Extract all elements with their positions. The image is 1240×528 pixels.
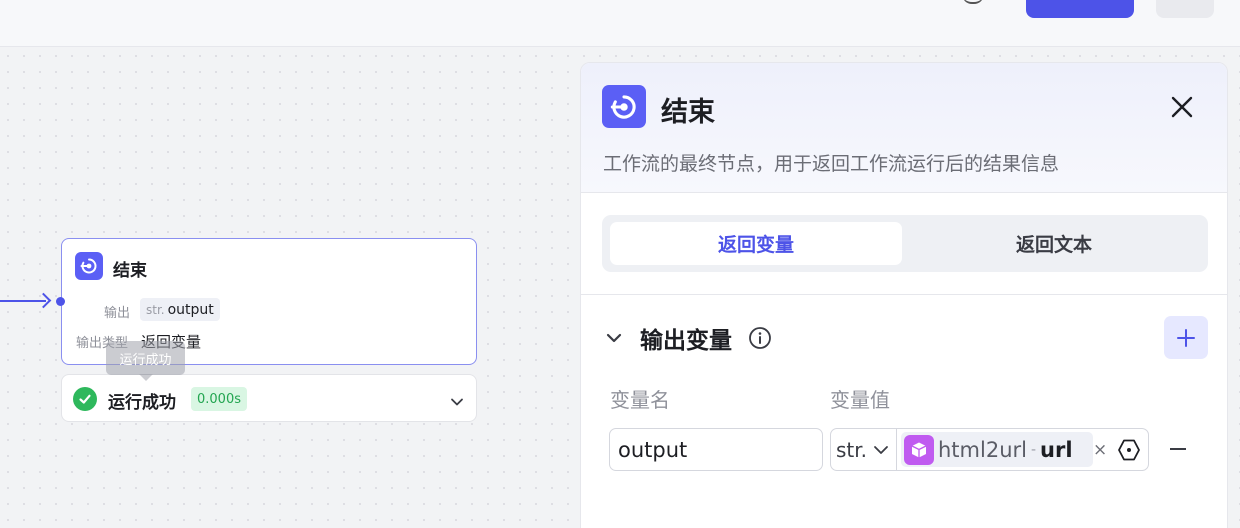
run-time-badge: 0.000s bbox=[191, 387, 247, 411]
reference-node-name: html2url bbox=[938, 437, 1027, 462]
panel-title: 结束 bbox=[661, 97, 715, 128]
value-type-text: str. bbox=[836, 437, 868, 462]
plus-icon bbox=[1177, 328, 1195, 347]
node-input-port[interactable] bbox=[56, 297, 65, 306]
column-variable-value: 变量值 bbox=[830, 388, 890, 412]
end-node-icon bbox=[602, 85, 646, 128]
run-status-tooltip: 运行成功 bbox=[106, 341, 185, 375]
column-variable-name: 变量名 bbox=[610, 388, 670, 412]
add-variable-button[interactable] bbox=[1164, 316, 1208, 359]
return-mode-tabs: 返回变量 返回文本 bbox=[602, 215, 1208, 272]
toolbar-icon[interactable] bbox=[962, 0, 984, 4]
tab-return-text[interactable]: 返回文本 bbox=[908, 222, 1200, 265]
variable-value-field: str. html2url - url × bbox=[830, 428, 1149, 471]
output-name: output bbox=[167, 301, 214, 318]
tab-return-variable[interactable]: 返回变量 bbox=[610, 222, 902, 265]
remove-reference-icon[interactable]: × bbox=[1093, 440, 1107, 460]
reference-variable-name: url bbox=[1040, 437, 1073, 462]
chevron-down-icon bbox=[874, 445, 888, 454]
end-node-icon bbox=[75, 252, 103, 280]
panel-description: 工作流的最终节点，用于返回工作流运行后的结果信息 bbox=[603, 153, 1060, 175]
output-variables-title: 输出变量 bbox=[640, 328, 732, 354]
run-status-bar[interactable]: 运行成功 0.000s bbox=[61, 374, 477, 422]
node-title: 结束 bbox=[113, 261, 147, 281]
variable-picker-icon[interactable] bbox=[1117, 438, 1141, 466]
secondary-action-button[interactable] bbox=[1156, 0, 1214, 18]
section-divider bbox=[581, 294, 1227, 295]
value-type-select[interactable]: str. bbox=[831, 429, 897, 470]
panel-header: 结束 工作流的最终节点，用于返回工作流运行后的结果信息 bbox=[581, 63, 1227, 193]
tooltip-tail bbox=[139, 374, 153, 381]
collapse-chevron-icon[interactable] bbox=[605, 329, 623, 348]
success-check-icon bbox=[73, 387, 97, 411]
primary-action-button[interactable] bbox=[1026, 0, 1134, 18]
variable-name-input[interactable] bbox=[609, 428, 823, 471]
reference-separator: - bbox=[1030, 441, 1037, 458]
chevron-down-icon[interactable] bbox=[450, 392, 464, 411]
variable-reference-tag[interactable]: html2url - url × bbox=[901, 432, 1107, 467]
plugin-cube-icon bbox=[904, 434, 934, 465]
output-type: str. bbox=[146, 302, 165, 317]
remove-variable-button[interactable] bbox=[1170, 448, 1186, 450]
info-icon[interactable] bbox=[748, 326, 772, 354]
node-output-label: 输出 bbox=[104, 306, 131, 321]
close-icon[interactable] bbox=[1169, 94, 1195, 120]
node-output-chip: str. output bbox=[140, 298, 220, 321]
run-status-text: 运行成功 bbox=[108, 393, 176, 413]
top-toolbar bbox=[0, 0, 1240, 47]
node-settings-panel: 结束 工作流的最终节点，用于返回工作流运行后的结果信息 返回变量 返回文本 输出… bbox=[580, 62, 1228, 528]
